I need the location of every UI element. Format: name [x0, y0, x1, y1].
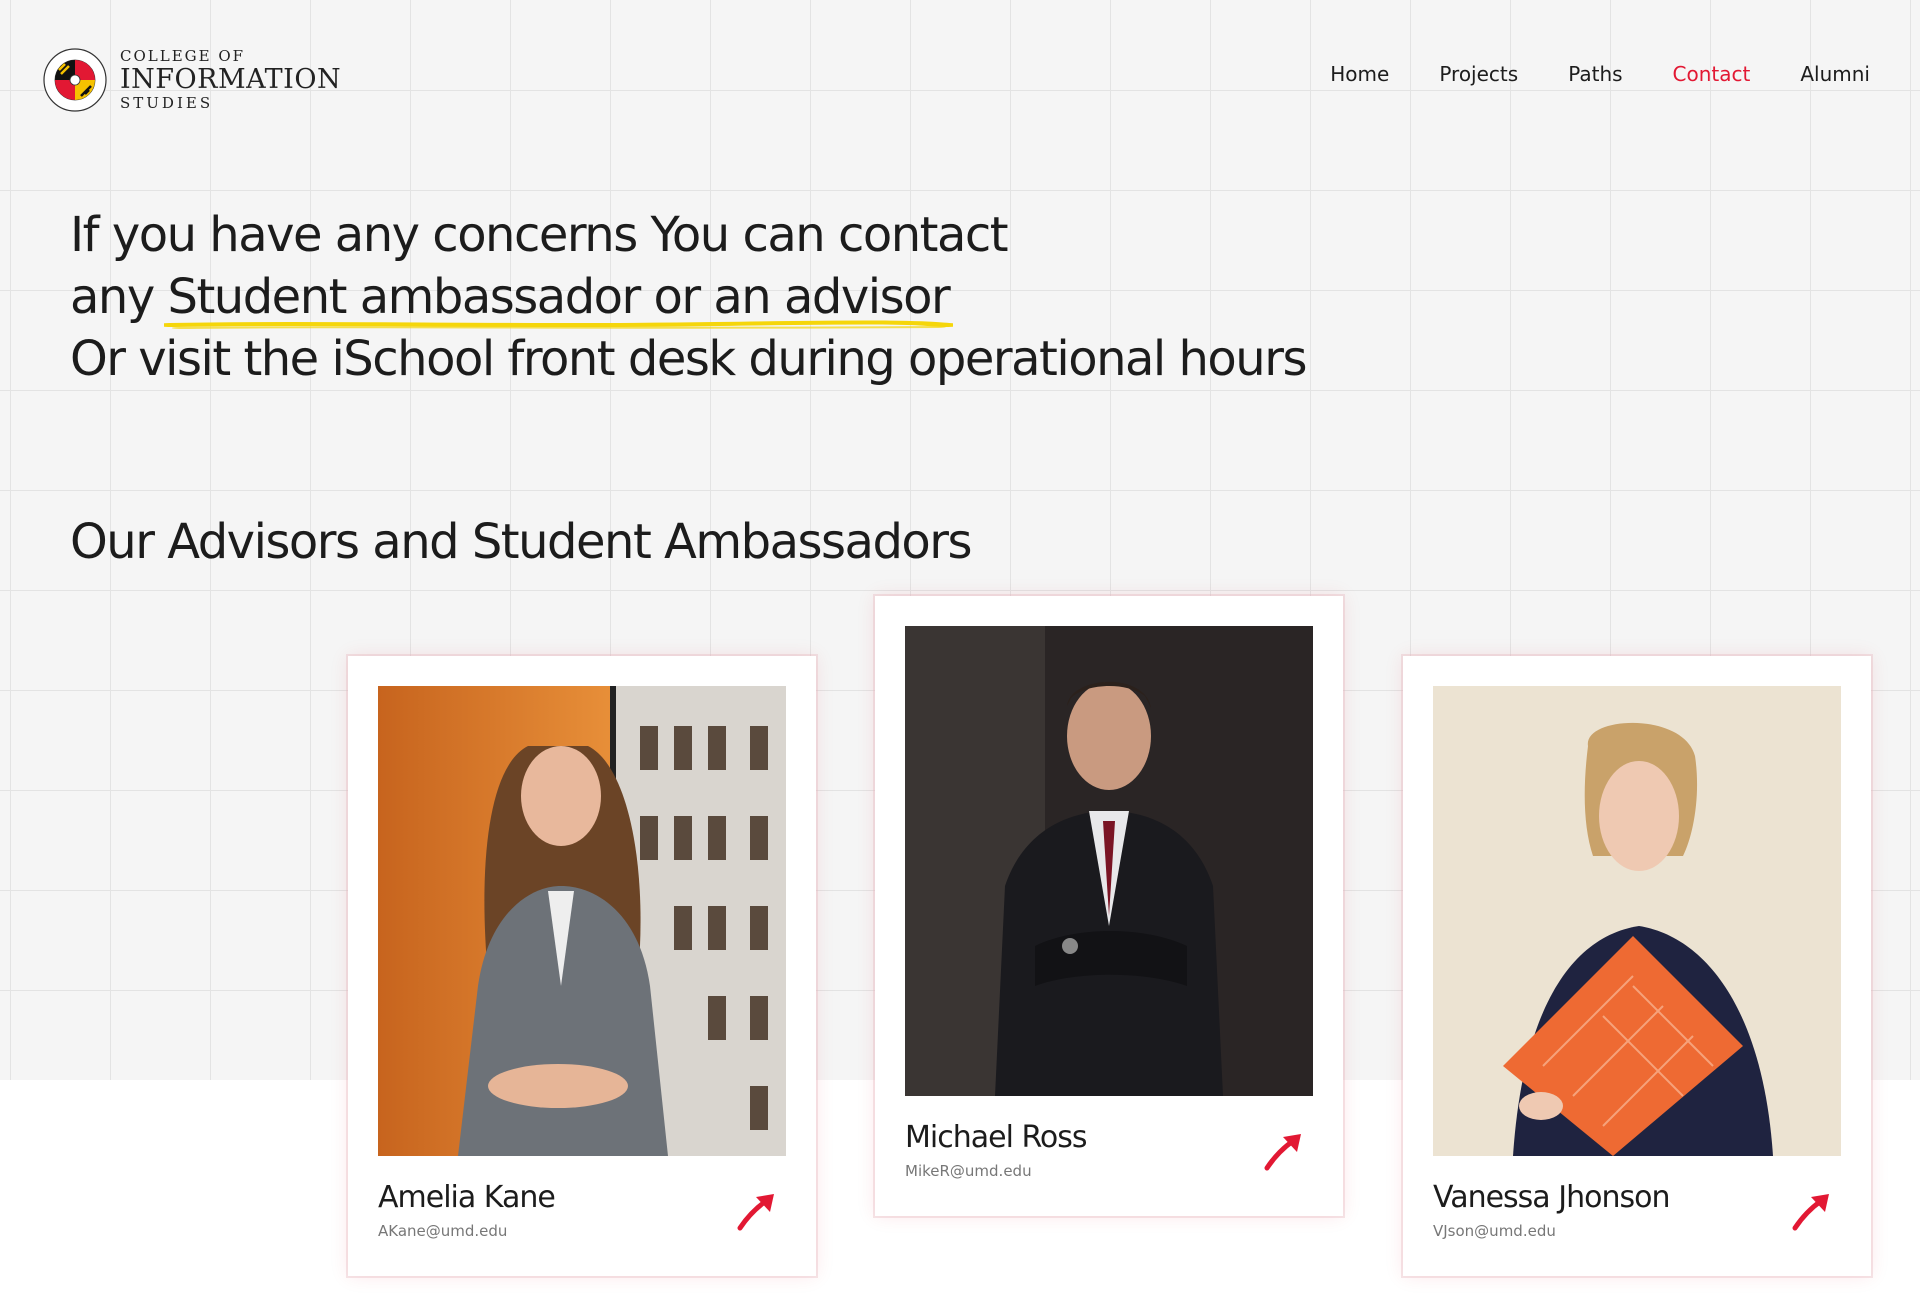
arrow-up-right-icon[interactable] — [1261, 1128, 1307, 1174]
section-title: Our Advisors and Student Ambassadors — [70, 514, 973, 570]
hero-headline: If you have any concerns You can contact… — [70, 204, 1307, 390]
college-logo[interactable]: COLLEGE OF INFORMATION STUDIES — [42, 46, 341, 114]
nav-paths[interactable]: Paths — [1568, 62, 1622, 86]
person-card-michael[interactable]: Michael Ross MikeR@umd.edu — [875, 596, 1343, 1216]
person-email[interactable]: VJson@umd.edu — [1433, 1222, 1556, 1240]
arrow-up-right-icon[interactable] — [1789, 1188, 1835, 1234]
logo-line-studies: STUDIES — [120, 94, 214, 112]
nav-projects[interactable]: Projects — [1439, 62, 1518, 86]
hero-line-2: any Student ambassador or an advisor — [70, 266, 1306, 329]
arrow-up-right-icon[interactable] — [734, 1188, 780, 1234]
highlight-underline-icon — [163, 320, 954, 329]
person-name: Michael Ross — [905, 1120, 1088, 1155]
nav-alumni[interactable]: Alumni — [1800, 62, 1870, 86]
photo-michael — [905, 626, 1313, 1096]
person-card-vanessa[interactable]: Vanessa Jhonson VJson@umd.edu — [1403, 656, 1871, 1276]
photo-vanessa — [1433, 686, 1841, 1156]
main-nav: Home Projects Paths Contact Alumni — [1280, 62, 1870, 86]
person-name: Vanessa Jhonson — [1433, 1180, 1670, 1215]
nav-contact[interactable]: Contact — [1673, 62, 1751, 86]
university-seal-icon — [43, 48, 107, 112]
hero-line-3: Or visit the iSchool front desk during o… — [70, 331, 1307, 387]
person-card-amelia[interactable]: Amelia Kane AKane@umd.edu — [348, 656, 816, 1276]
hero-line-2-prefix: any — [70, 269, 168, 325]
logo-line-college: COLLEGE OF — [120, 47, 246, 65]
person-email[interactable]: AKane@umd.edu — [378, 1222, 507, 1240]
logo-line-information: INFORMATION — [120, 64, 342, 95]
person-name: Amelia Kane — [378, 1180, 556, 1215]
photo-amelia — [378, 686, 786, 1156]
hero-line-1: If you have any concerns You can contact — [70, 207, 1009, 263]
hero-highlight: Student ambassador or an advisor — [163, 266, 954, 329]
nav-home[interactable]: Home — [1330, 62, 1389, 86]
person-email[interactable]: MikeR@umd.edu — [905, 1162, 1032, 1180]
